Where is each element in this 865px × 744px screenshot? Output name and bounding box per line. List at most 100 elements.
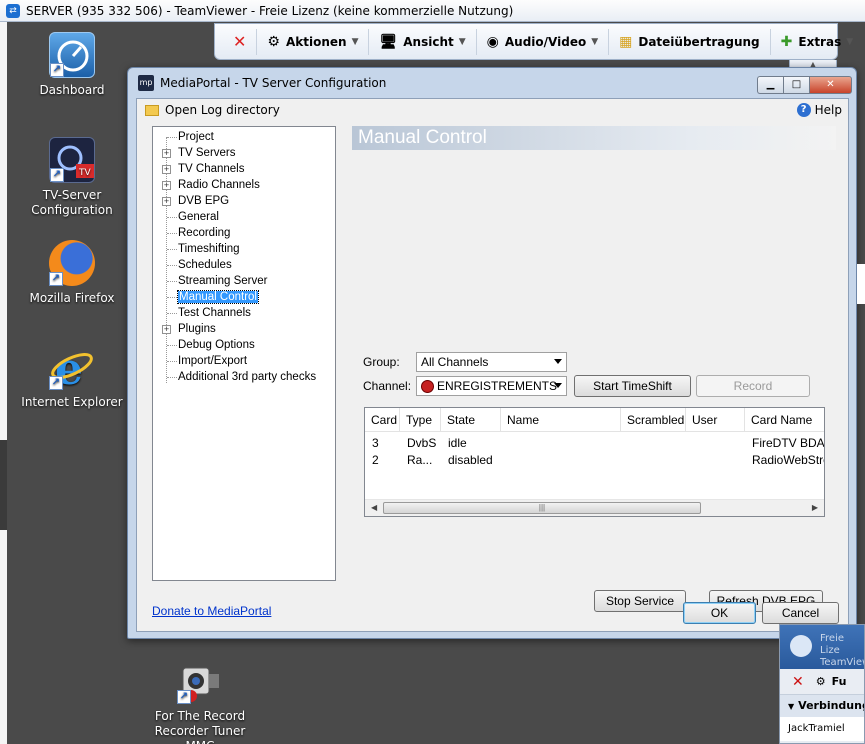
- start-timeshift-button[interactable]: Start TimeShift: [574, 375, 691, 397]
- column-header[interactable]: Scrambled: [621, 408, 686, 432]
- folder-transfer-icon: ▦: [619, 33, 633, 50]
- scroll-right-icon[interactable]: ▶: [812, 503, 818, 512]
- column-header[interactable]: Name: [501, 408, 621, 432]
- tree-node[interactable]: Debug Options: [153, 337, 335, 353]
- tree-node[interactable]: + Plugins: [153, 321, 335, 337]
- expand-plus-icon[interactable]: +: [162, 165, 171, 174]
- cancel-button[interactable]: Cancel: [762, 602, 839, 624]
- minimize-button[interactable]: ▁: [757, 76, 783, 94]
- expand-plus-icon[interactable]: +: [162, 197, 171, 206]
- tree-node-label: Plugins: [178, 323, 216, 335]
- tree-node-label: Manual Control: [177, 290, 259, 304]
- tree-node[interactable]: Manual Control: [153, 289, 335, 305]
- actions-label: Aktionen: [285, 34, 347, 49]
- channel-select-value: ENREGISTREMENTS: [437, 379, 558, 393]
- teamviewer-titlebar: ⇄ SERVER (935 332 506) - TeamViewer - Fr…: [0, 0, 865, 22]
- tree-node-label: Schedules: [178, 259, 232, 271]
- horizontal-scrollbar[interactable]: ◀ ||| ▶: [365, 499, 824, 516]
- connection-section[interactable]: ▼ Verbindung: [780, 695, 864, 717]
- connected-user: JackTramiel (869: [780, 717, 864, 741]
- desktop-icon-firefox[interactable]: ↗ Mozilla Firefox: [12, 240, 132, 306]
- puzzle-icon: ✚: [780, 33, 793, 50]
- expand-plus-icon[interactable]: +: [162, 149, 171, 158]
- folder-icon: [145, 104, 159, 116]
- desktop-edge: [0, 22, 7, 440]
- close-button[interactable]: ✕: [809, 76, 852, 94]
- tree-node[interactable]: + TV Servers: [153, 145, 335, 161]
- tree-node[interactable]: Streaming Server: [153, 273, 335, 289]
- close-session-button[interactable]: ✕: [223, 28, 258, 55]
- tree-node[interactable]: Test Channels: [153, 305, 335, 321]
- extras-menu[interactable]: ✚ Extras ▼: [771, 29, 864, 55]
- channel-select[interactable]: ENREGISTREMENTS: [416, 376, 567, 396]
- column-header[interactable]: Card Name: [745, 408, 824, 432]
- file-transfer-button[interactable]: ▦ Dateiübertragung: [609, 28, 771, 55]
- table-row[interactable]: 3 DvbS idle FireDTV BDA T: [365, 435, 824, 452]
- tree-node[interactable]: Additional 3rd party checks: [153, 369, 335, 385]
- tree-connector: [167, 297, 177, 298]
- close-icon[interactable]: ✕: [792, 674, 804, 690]
- table-row[interactable]: 2 Ra... disabled RadioWebStre: [365, 452, 824, 469]
- cell-type: Ra...: [407, 453, 433, 467]
- record-button[interactable]: Record: [696, 375, 810, 397]
- tree-node[interactable]: General: [153, 209, 335, 225]
- tree-node[interactable]: Import/Export: [153, 353, 335, 369]
- connection-section-label: Verbindung: [798, 699, 865, 712]
- tree-node[interactable]: + Radio Channels: [153, 177, 335, 193]
- shortcut-arrow-icon: ↗: [50, 168, 64, 182]
- column-header[interactable]: User: [686, 408, 745, 432]
- desktop-icon-internet-explorer[interactable]: e ↗ Internet Explorer: [12, 344, 132, 410]
- audio-video-menu[interactable]: ◉ Audio/Video ▼: [477, 28, 610, 55]
- cell-user: [686, 435, 745, 452]
- tree-node-label: Additional 3rd party checks: [178, 371, 317, 383]
- cell-scrambled: [621, 435, 686, 452]
- open-log-directory-menu[interactable]: Open Log directory: [165, 103, 280, 117]
- column-header[interactable]: Card: [365, 408, 400, 432]
- tree-node-label: Test Channels: [178, 307, 251, 319]
- tree-node[interactable]: + TV Channels: [153, 161, 335, 177]
- tree-node[interactable]: Project: [153, 129, 335, 145]
- maximize-button[interactable]: □: [783, 76, 809, 94]
- tree-connector: [167, 265, 177, 266]
- ok-button[interactable]: OK: [683, 602, 756, 624]
- tree-node[interactable]: Timeshifting: [153, 241, 335, 257]
- background-window-edge: [857, 264, 865, 304]
- donate-link[interactable]: Donate to MediaPortal: [152, 604, 271, 618]
- group-label: Group:: [363, 355, 400, 369]
- cell-card-name: FireDTV BDA T: [752, 436, 825, 450]
- chevron-down-icon: [554, 359, 562, 364]
- scrollbar-thumb[interactable]: |||: [383, 502, 701, 514]
- expand-plus-icon[interactable]: +: [162, 325, 171, 334]
- stop-service-button[interactable]: Stop Service: [594, 590, 686, 612]
- scroll-left-icon[interactable]: ◀: [371, 503, 377, 512]
- webcam-icon: ◉: [486, 33, 499, 50]
- help-menu[interactable]: ? Help: [796, 103, 842, 117]
- cell-user: [686, 452, 745, 469]
- view-menu[interactable]: 🖥 Ansicht ▼: [369, 28, 477, 55]
- column-header[interactable]: State: [441, 408, 501, 432]
- dashboard-icon: ↗: [49, 32, 95, 78]
- cell-scrambled: [621, 452, 686, 469]
- column-header[interactable]: Type: [400, 408, 441, 432]
- tree-connector: [167, 313, 177, 314]
- desktop-icon-tv-server[interactable]: TV ↗ TV-Server Configuration: [12, 137, 132, 218]
- teamviewer-side-panel: Freie Lize TeamViewer ✕ ⚙ Fu ▼Verbindung…: [779, 624, 865, 744]
- mediaportal-client: Open Log directory ? Help Project + TV Ser…: [136, 98, 849, 632]
- group-select[interactable]: All Channels: [416, 352, 567, 372]
- view-label: Ansicht: [403, 34, 454, 49]
- function-label[interactable]: Fu: [832, 675, 847, 688]
- tree-connector: [167, 281, 177, 282]
- desktop-icon-for-the-record[interactable]: ↗ For The Record Recorder Tuner MMC: [140, 658, 260, 744]
- tree-node[interactable]: Schedules: [153, 257, 335, 273]
- desktop-icon-label: Mozilla Firefox: [29, 291, 115, 305]
- tv-server-icon: TV ↗: [49, 137, 95, 183]
- actions-menu[interactable]: ⚙ Aktionen ▼: [257, 28, 370, 55]
- expand-plus-icon[interactable]: +: [162, 181, 171, 190]
- mediaportal-titlebar[interactable]: mp MediaPortal - TV Server Configuration…: [128, 68, 856, 98]
- tree-node[interactable]: Recording: [153, 225, 335, 241]
- tree-node-label: Recording: [178, 227, 231, 239]
- mediaportal-window: mp MediaPortal - TV Server Configuration…: [127, 67, 857, 639]
- chevron-down-icon: ▼: [591, 36, 599, 47]
- desktop-icon-dashboard[interactable]: ↗ Dashboard: [12, 32, 132, 98]
- tree-node[interactable]: + DVB EPG: [153, 193, 335, 209]
